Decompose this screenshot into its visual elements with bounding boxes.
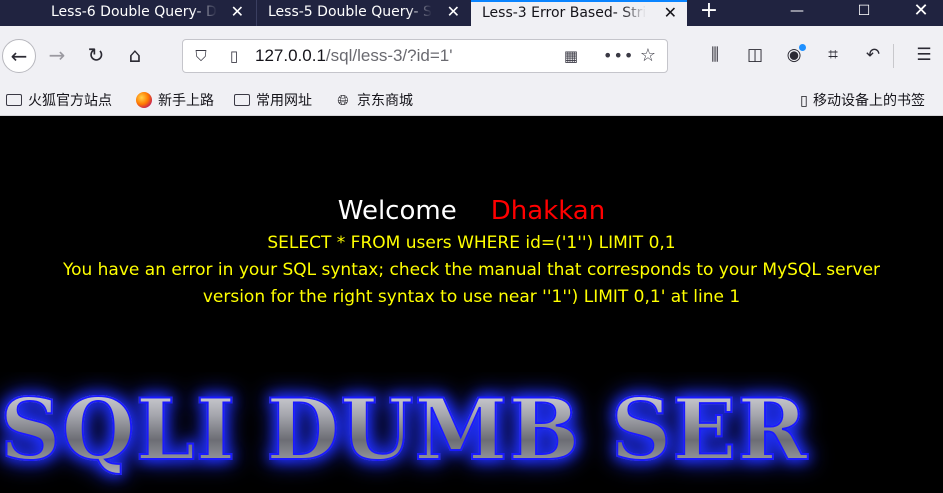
sqli-banner: SQLI DUMB SER [0, 372, 943, 493]
welcome-line: Welcome Dhakkan [0, 193, 943, 229]
minimize-button[interactable]: — [775, 0, 819, 26]
bookmark-jd[interactable]: 🌐︎ 京东商城 [334, 90, 413, 112]
mobile-bookmarks-label: 移动设备上的书签 [813, 93, 925, 109]
bookmark-common-sites[interactable]: 常用网址 [234, 90, 312, 112]
close-icon[interactable]: ✕ [231, 2, 244, 22]
tab-title: Less-3 Error Based- Stri [482, 5, 647, 21]
new-tab-button[interactable]: + [696, 0, 722, 26]
close-icon[interactable]: ✕ [447, 2, 460, 22]
url-path: /sql/less-3/?id=1' [325, 46, 453, 65]
url-input[interactable]: 127.0.0.1/sql/less-3/?id=1' [255, 46, 452, 66]
bookmark-getting-started[interactable]: 新手上路 [136, 90, 214, 112]
screenshot-icon[interactable]: ⌗ [818, 40, 848, 70]
sql-query-text: SELECT * FROM users WHERE id=('1'') LIMI… [267, 233, 676, 253]
welcome-text: Welcome [337, 196, 457, 226]
bookmark-star-icon[interactable]: ☆ [638, 46, 658, 66]
tab-less-5[interactable]: Less-5 Double Query- S ✕ [256, 0, 470, 26]
tab-strip: Less-6 Double Query- D ✕ Less-5 Double Q… [0, 0, 943, 26]
username-text: Dhakkan [490, 196, 606, 226]
qr-code-icon[interactable]: ▦ [561, 46, 581, 66]
address-bar[interactable]: ⛉ ▯ 127.0.0.1/sql/less-3/?id=1' ▦ ••• ☆ [182, 39, 668, 73]
bookmark-firefox-official[interactable]: 火狐官方站点 [6, 90, 112, 112]
reload-button[interactable]: ↻ [81, 40, 111, 70]
banner-text: SQLI DUMB SER [0, 379, 809, 480]
sidebar-icon[interactable]: ◫ [740, 40, 770, 70]
forward-button[interactable]: → [42, 40, 72, 70]
navigation-toolbar: ← → ↻ ⌂ ⛉ ▯ 127.0.0.1/sql/less-3/?id=1' … [0, 26, 943, 86]
bookmark-label: 京东商城 [357, 93, 413, 109]
sql-error-line-1: You have an error in your SQL syntax; ch… [62, 260, 881, 280]
tab-less-6[interactable]: Less-6 Double Query- D ✕ [40, 0, 254, 26]
bookmark-label: 新手上路 [158, 93, 214, 109]
close-icon[interactable]: ✕ [664, 3, 677, 23]
maximize-button[interactable]: ☐ [842, 0, 886, 26]
back-button[interactable]: ← [2, 39, 36, 73]
url-host: 127.0.0.1 [255, 46, 326, 65]
mobile-bookmarks[interactable]: ▯ 移动设备上的书签 [798, 90, 925, 112]
bookmark-label: 火狐官方站点 [28, 93, 112, 109]
window-close-button[interactable]: ✕ [899, 0, 943, 26]
page-actions-icon[interactable]: ••• [603, 46, 633, 66]
bookmark-label: 常用网址 [256, 93, 312, 109]
bookmarks-toolbar: 火狐官方站点 新手上路 常用网址 🌐︎ 京东商城 ▯ 移动设备上的书签 [0, 86, 943, 116]
mobile-device-icon: ▯ [800, 93, 808, 109]
library-icon[interactable]: ⫼ [700, 40, 730, 70]
tab-title: Less-5 Double Query- S [268, 4, 432, 20]
undo-icon[interactable]: ↶ [858, 40, 888, 70]
globe-icon: 🌐︎ [337, 93, 349, 109]
shield-icon[interactable]: ⛉ [191, 46, 211, 66]
sql-error-line-2: version for the right syntax to use near… [202, 287, 741, 307]
page-info-icon[interactable]: ▯ [224, 46, 244, 66]
tab-title: Less-6 Double Query- D [51, 4, 217, 20]
tab-less-3-active[interactable]: Less-3 Error Based- Stri ✕ [471, 0, 687, 26]
hamburger-menu-icon[interactable]: ☰ [909, 40, 939, 70]
folder-icon [6, 94, 22, 106]
home-button[interactable]: ⌂ [120, 40, 150, 70]
notification-dot [799, 44, 806, 51]
page-content: Welcome Dhakkan SELECT * FROM users WHERE… [0, 117, 943, 493]
folder-icon [234, 94, 250, 106]
account-icon[interactable]: ◉ [779, 40, 809, 70]
firefox-icon [136, 92, 152, 108]
toolbar-separator [893, 44, 894, 68]
